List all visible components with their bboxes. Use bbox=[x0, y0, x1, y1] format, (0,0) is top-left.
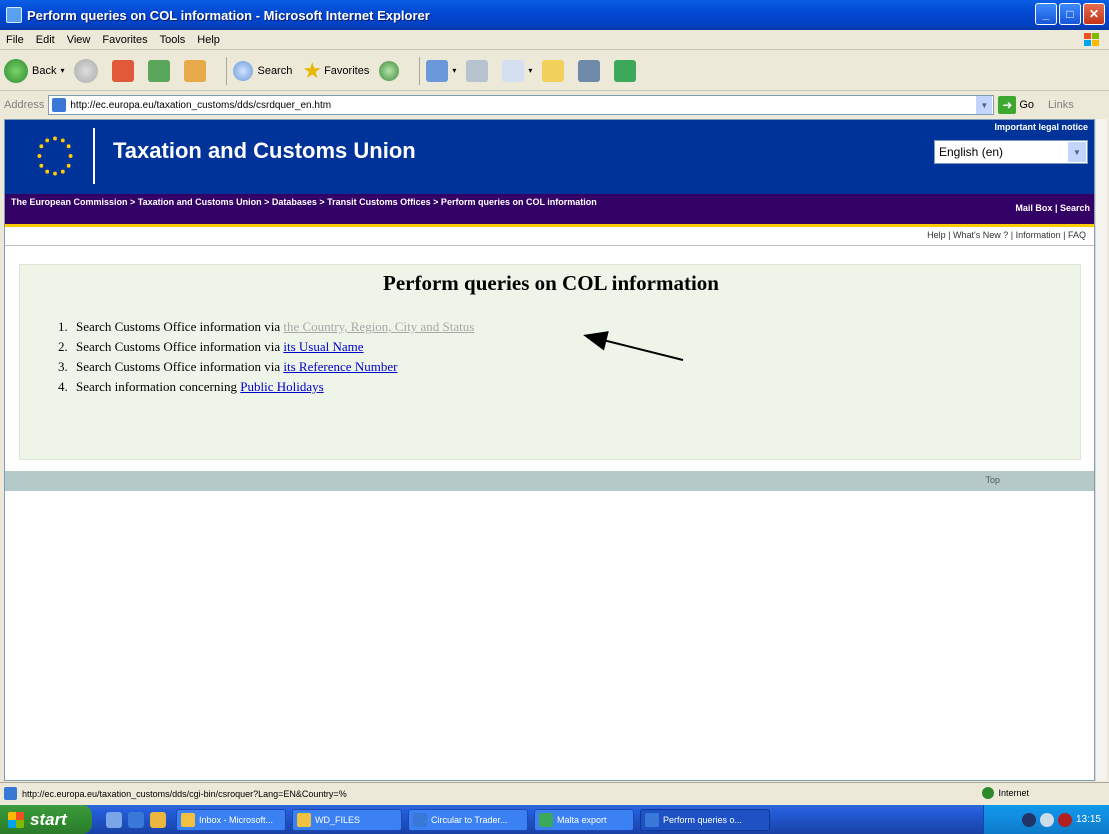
address-bar: Address http://ec.europa.eu/taxation_cus… bbox=[0, 92, 1109, 118]
internet-explorer-icon[interactable] bbox=[128, 811, 144, 828]
folder-icon bbox=[542, 59, 565, 82]
annotation-arrow-icon bbox=[583, 331, 684, 361]
start-label: start bbox=[30, 809, 67, 829]
windows-logo-icon bbox=[1084, 33, 1099, 46]
research-button[interactable] bbox=[578, 59, 604, 82]
search-icon bbox=[233, 60, 254, 81]
network-icon[interactable] bbox=[1021, 812, 1036, 827]
address-dropdown-button[interactable]: ▼ bbox=[976, 96, 993, 114]
task-label: Circular to Trader... bbox=[431, 814, 508, 825]
address-input[interactable]: http://ec.europa.eu/taxation_customs/dds… bbox=[48, 95, 995, 115]
volume-icon[interactable] bbox=[1039, 812, 1054, 827]
search-label: Search bbox=[257, 64, 293, 77]
forward-button[interactable] bbox=[74, 58, 102, 83]
internet-explorer-icon bbox=[645, 812, 659, 827]
menu-favorites[interactable]: Favorites bbox=[102, 34, 147, 46]
back-arrow-icon bbox=[4, 58, 28, 83]
research-icon bbox=[578, 59, 601, 82]
address-url: http://ec.europa.eu/taxation_customs/dds… bbox=[70, 99, 332, 111]
taskbar-item-perform-queries[interactable]: Perform queries o... bbox=[640, 808, 770, 831]
chevron-down-icon: ▾ bbox=[60, 66, 65, 75]
menu-bar: File Edit View Favorites Tools Help bbox=[0, 30, 1109, 50]
task-label: WD_FILES bbox=[315, 814, 361, 825]
go-label: Go bbox=[1019, 99, 1035, 111]
status-bar: http://ec.europa.eu/taxation_customs/dds… bbox=[0, 782, 1109, 804]
messenger-icon bbox=[614, 59, 637, 82]
internet-explorer-icon bbox=[6, 7, 22, 23]
mail-button[interactable]: ▾ bbox=[426, 59, 457, 82]
back-button[interactable]: Back ▾ bbox=[4, 58, 65, 83]
outlook-icon[interactable] bbox=[150, 811, 166, 828]
menu-edit[interactable]: Edit bbox=[36, 34, 55, 46]
star-icon: ★ bbox=[302, 57, 323, 83]
home-button[interactable] bbox=[184, 59, 210, 82]
word-icon bbox=[502, 59, 525, 82]
back-label: Back bbox=[32, 64, 57, 77]
page-icon bbox=[52, 98, 67, 112]
home-icon bbox=[184, 59, 207, 82]
toolbar-separator bbox=[226, 56, 228, 85]
address-label: Address bbox=[4, 99, 45, 111]
window-title: Perform queries on COL information - Mic… bbox=[27, 7, 430, 23]
history-icon bbox=[379, 60, 400, 81]
printer-icon bbox=[466, 59, 489, 82]
desktop-icon[interactable] bbox=[106, 811, 122, 828]
taskbar-item-circular[interactable]: Circular to Trader... bbox=[408, 808, 528, 831]
links-button[interactable]: Links bbox=[1048, 99, 1074, 111]
menu-help[interactable]: Help bbox=[197, 34, 220, 46]
vertical-scrollbar[interactable] bbox=[1095, 119, 1107, 781]
refresh-button[interactable] bbox=[148, 59, 174, 82]
folder-icon bbox=[297, 812, 311, 827]
chevron-down-icon: ▾ bbox=[452, 66, 457, 75]
status-url: http://ec.europa.eu/taxation_customs/dds… bbox=[22, 788, 347, 799]
forward-arrow-icon bbox=[74, 58, 99, 83]
toolbar-separator bbox=[419, 56, 421, 85]
taskbar-item-malta-export[interactable]: Malta export bbox=[534, 808, 634, 831]
task-label: Malta export bbox=[557, 814, 607, 825]
refresh-icon bbox=[148, 59, 171, 82]
stop-button[interactable] bbox=[112, 59, 138, 82]
menu-file[interactable]: File bbox=[6, 34, 24, 46]
go-arrow-icon: ➜ bbox=[998, 96, 1017, 114]
security-zone: Internet bbox=[982, 787, 1029, 799]
chevron-down-icon: ▾ bbox=[528, 66, 533, 75]
page-icon bbox=[4, 787, 17, 800]
browser-viewport: Taxation and Customs Union Important leg… bbox=[4, 119, 1095, 781]
task-label: Perform queries o... bbox=[663, 814, 743, 825]
standard-toolbar: Back ▾ Search ★ Favorites ▾ ▾ bbox=[0, 51, 1109, 91]
maximize-button[interactable]: □ bbox=[1059, 3, 1081, 25]
clock: 13:15 bbox=[1075, 814, 1101, 825]
start-button[interactable]: start bbox=[0, 805, 92, 834]
taskbar-item-wd-files[interactable]: WD_FILES bbox=[292, 808, 402, 831]
favorites-button[interactable]: ★ Favorites bbox=[302, 58, 369, 84]
zone-label: Internet bbox=[998, 788, 1029, 798]
edit-button[interactable]: ▾ bbox=[502, 59, 533, 82]
spreadsheet-icon bbox=[539, 812, 553, 827]
outlook-icon bbox=[181, 812, 195, 827]
close-button[interactable]: ✕ bbox=[1083, 3, 1105, 25]
messenger-button[interactable] bbox=[614, 59, 640, 82]
task-label: Inbox - Microsoft... bbox=[199, 814, 274, 825]
globe-icon bbox=[982, 787, 995, 799]
go-button[interactable]: ➜ Go bbox=[998, 96, 1034, 114]
favorites-label: Favorites bbox=[324, 64, 370, 77]
print-button[interactable] bbox=[466, 59, 492, 82]
window-controls: _ □ ✕ bbox=[1035, 3, 1105, 25]
history-button[interactable] bbox=[379, 60, 403, 81]
window-title-bar: Perform queries on COL information - Mic… bbox=[0, 0, 1109, 30]
mail-icon bbox=[426, 59, 449, 82]
security-icon[interactable] bbox=[1057, 812, 1072, 827]
stop-icon bbox=[112, 59, 135, 82]
menu-view[interactable]: View bbox=[67, 34, 91, 46]
system-tray: 13:15 bbox=[983, 805, 1109, 834]
windows-logo-icon bbox=[8, 811, 24, 828]
minimize-button[interactable]: _ bbox=[1035, 3, 1057, 25]
folder-button[interactable] bbox=[542, 59, 568, 82]
menu-tools[interactable]: Tools bbox=[160, 34, 186, 46]
quick-launch bbox=[106, 811, 166, 828]
taskbar-item-inbox[interactable]: Inbox - Microsoft... bbox=[176, 808, 286, 831]
document-icon bbox=[413, 812, 427, 827]
search-button[interactable]: Search bbox=[233, 60, 293, 81]
taskbar: start Inbox - Microsoft... WD_FILES Circ… bbox=[0, 805, 1109, 834]
